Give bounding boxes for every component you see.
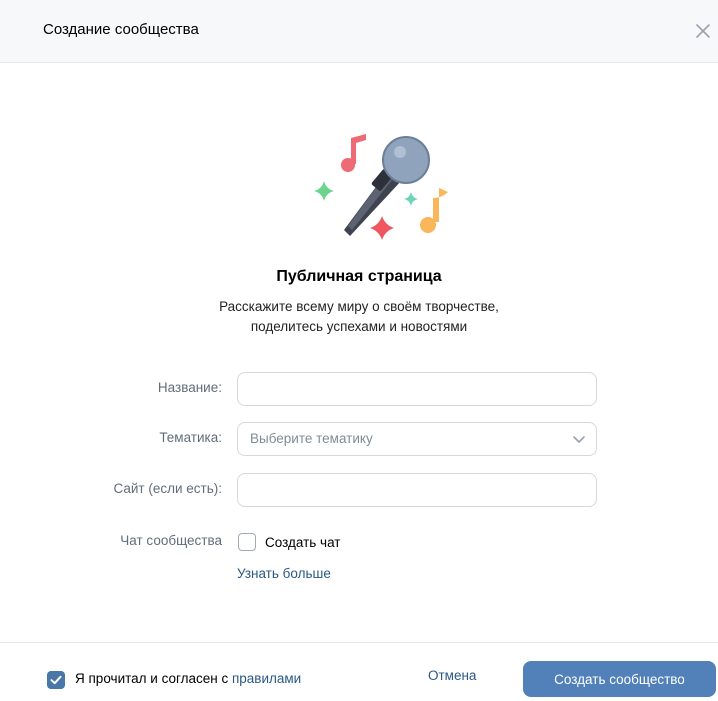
- name-label: Название:: [157, 380, 222, 395]
- microphone-icon: [344, 136, 430, 236]
- page-type-description: Расскажите всему миру о своём творчестве…: [0, 297, 718, 337]
- chevron-down-icon: [573, 436, 585, 443]
- rules-link[interactable]: правилами: [232, 671, 301, 686]
- music-note-red-icon: [341, 134, 366, 172]
- agree-checkbox[interactable]: [47, 671, 65, 689]
- microphone-illustration: [314, 134, 448, 240]
- music-note-orange-icon: [420, 188, 448, 233]
- name-input[interactable]: [237, 372, 597, 406]
- modal-header: Создание сообщества: [0, 0, 718, 63]
- description-line: поделитесь успехами и новостями: [250, 319, 468, 334]
- checkmark-icon: [50, 675, 62, 685]
- page-type-heading: Публичная страница: [276, 268, 442, 285]
- modal-title: Создание сообщества: [43, 21, 199, 38]
- create-chat-checkbox[interactable]: [238, 533, 256, 551]
- learn-more-link[interactable]: Узнать больше: [237, 566, 331, 581]
- agree-text: Я прочитал и согласен с правилами: [75, 671, 301, 686]
- site-input[interactable]: [237, 473, 597, 507]
- footer-divider: [0, 642, 718, 643]
- description-line: Расскажите всему миру о своём творчестве…: [219, 299, 499, 314]
- sparkle-red-icon: [370, 216, 394, 240]
- topic-label: Тематика:: [159, 430, 222, 445]
- cancel-button[interactable]: Отмена: [428, 668, 476, 683]
- close-icon[interactable]: [692, 20, 714, 42]
- sparkle-green-icon: [314, 181, 334, 201]
- sparkle-teal-icon: [404, 192, 418, 206]
- topic-placeholder: Выберите тематику: [250, 431, 373, 446]
- create-community-button[interactable]: Создать сообщество: [523, 661, 716, 697]
- create-community-modal: Создание сообщества Публичная страница Р…: [0, 0, 718, 701]
- topic-select[interactable]: Выберите тематику: [237, 422, 597, 456]
- create-chat-label: Создать чат: [265, 535, 341, 550]
- site-label: Сайт (если есть):: [113, 481, 222, 496]
- agree-prefix: Я прочитал и согласен с: [75, 671, 232, 686]
- chat-label: Чат сообщества: [120, 533, 222, 548]
